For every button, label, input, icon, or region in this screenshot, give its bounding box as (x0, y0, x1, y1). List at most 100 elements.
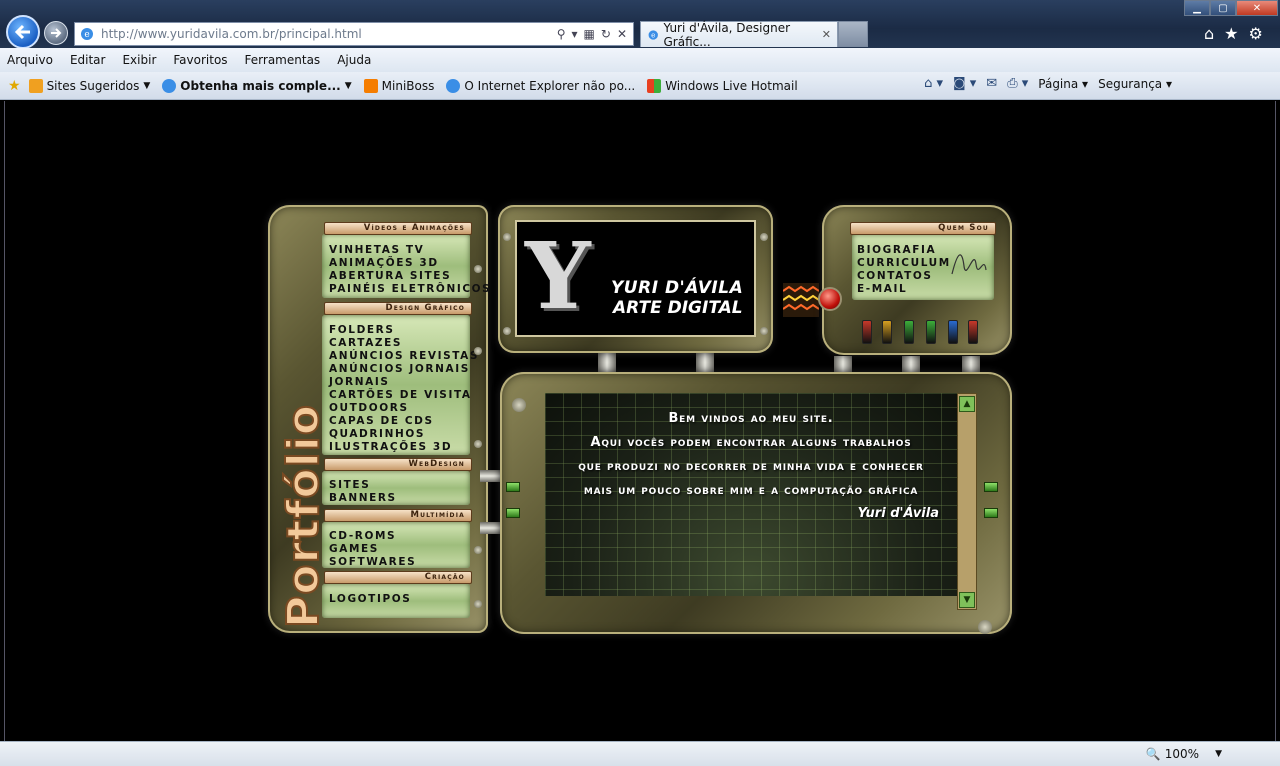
menu-bar: Arquivo Editar Exibir Favoritos Ferramen… (0, 48, 1280, 72)
refresh-icon[interactable]: ↻ (601, 27, 611, 41)
print-icon[interactable]: ⎙ ▾ (1007, 76, 1028, 91)
rss-feed-icon[interactable]: ◙ ▾ (953, 76, 976, 91)
menu-link[interactable]: Capas de Cds (329, 415, 479, 428)
ie-page-icon: e (648, 29, 658, 40)
chevron-down-icon: ▼ (1215, 749, 1222, 759)
forward-button[interactable] (44, 21, 68, 45)
led-indicator (862, 320, 872, 344)
creation-menu: Logotipos (329, 593, 411, 606)
compat-view-icon[interactable]: ▦ (584, 27, 595, 41)
menu-link[interactable]: Anúncios Jornais (329, 363, 479, 376)
stop-icon[interactable]: ✕ (617, 27, 627, 41)
dropdown-icon[interactable]: ▾ (572, 27, 578, 41)
menu-exibir[interactable]: Exibir (121, 53, 157, 67)
url-text[interactable]: http://www.yuridavila.com.br/principal.h… (101, 27, 557, 41)
menu-link[interactable]: Contatos (857, 270, 951, 283)
svg-text:e: e (651, 30, 655, 39)
fav-internet-explorer[interactable]: O Internet Explorer não po... (446, 78, 635, 93)
welcome-scrollbar[interactable]: ▲ ▼ (957, 393, 977, 610)
logo-mark: Y (525, 222, 591, 330)
green-light (506, 482, 520, 492)
menu-ferramentas[interactable]: Ferramentas (244, 53, 322, 67)
screw-icon (503, 327, 511, 335)
chevron-down-icon: ▼ (344, 80, 352, 91)
back-button[interactable] (6, 15, 40, 49)
menu-ajuda[interactable]: Ajuda (336, 53, 372, 67)
led-indicator (968, 320, 978, 344)
menu-link[interactable]: Ilustrações 3D (329, 441, 479, 454)
web-menu: Sites Banners (329, 479, 397, 505)
menu-pagina[interactable]: Página ▾ (1038, 77, 1088, 91)
tab-close-icon[interactable]: ✕ (822, 28, 831, 41)
menu-editar[interactable]: Editar (69, 53, 107, 67)
menu-link[interactable]: Abertura Sites (329, 270, 491, 283)
menu-link[interactable]: Folders (329, 324, 479, 337)
screw-icon (978, 620, 992, 634)
menu-link[interactable]: Banners (329, 492, 397, 505)
home-icon[interactable]: ⌂ ▾ (924, 76, 943, 91)
search-icon[interactable]: ⚲ (557, 27, 566, 41)
logo-screen: Y YURI D'ÁVILA ARTE DIGITAL (515, 220, 756, 337)
ie-page-icon (162, 78, 177, 93)
welcome-signature: Yuri d'Ávila (857, 506, 939, 521)
browser-title-bar: e http://www.yuridavila.com.br/principal… (0, 0, 1280, 49)
zoom-control[interactable]: 🔍 100% ▼ (1146, 747, 1222, 761)
led-indicator (882, 320, 892, 344)
design-header: Design Gráfico (324, 302, 472, 315)
multimedia-menu: CD-Roms Games Softwares (329, 530, 416, 569)
gear-icon[interactable]: ⚙ (1249, 24, 1263, 43)
green-light (984, 482, 998, 492)
welcome-line: Aqui vocês podem encontrar alguns trabal… (590, 435, 912, 450)
menu-link[interactable]: CD-Roms (329, 530, 416, 543)
menu-favoritos[interactable]: Favoritos (172, 53, 228, 67)
menu-link[interactable]: E-mail (857, 283, 951, 296)
minimize-button[interactable]: ▁ (1184, 0, 1210, 16)
menu-link[interactable]: Vinhetas TV (329, 244, 491, 257)
address-bar[interactable]: e http://www.yuridavila.com.br/principal… (74, 22, 634, 46)
favorites-star-icon[interactable]: ★ (8, 78, 21, 94)
screw-icon (503, 233, 511, 241)
menu-link[interactable]: Curriculum (857, 257, 951, 270)
menu-link[interactable]: Biografia (857, 244, 951, 257)
menu-link[interactable]: Painéis Eletrônicos (329, 283, 491, 296)
home-icon[interactable]: ⌂ (1204, 24, 1214, 43)
scroll-up-icon[interactable]: ▲ (959, 396, 975, 412)
blogger-icon (363, 78, 378, 93)
fav-hotmail[interactable]: Windows Live Hotmail (647, 78, 798, 93)
menu-link[interactable]: Logotipos (329, 593, 411, 606)
menu-link[interactable]: Jornais (329, 376, 479, 389)
menu-link[interactable]: Anúncios Revistas (329, 350, 479, 363)
scroll-down-icon[interactable]: ▼ (959, 592, 975, 608)
mail-icon[interactable]: ✉ (986, 76, 997, 91)
fav-miniboss[interactable]: MiniBoss (363, 78, 434, 93)
videos-header: Vídeos e Animações (324, 222, 472, 235)
maximize-button[interactable]: ▢ (1210, 0, 1236, 16)
menu-arquivo[interactable]: Arquivo (6, 53, 54, 67)
tab-active[interactable]: e Yuri d'Ávila, Designer Gráfic... ✕ (640, 21, 838, 49)
chevron-down-icon: ▼ (143, 80, 151, 91)
menu-link[interactable]: Softwares (329, 556, 416, 569)
fav-sites-sugeridos[interactable]: Sites Sugeridos ▼ (28, 78, 151, 93)
menu-seguranca[interactable]: Segurança ▾ (1098, 77, 1172, 91)
windows-flag-icon (647, 78, 662, 93)
suggested-sites-icon (28, 78, 43, 93)
menu-link[interactable]: Outdoors (329, 402, 479, 415)
led-indicator (948, 320, 958, 344)
about-menu: Biografia Curriculum Contatos E-mail (857, 244, 951, 296)
fav-obtenha[interactable]: Obtenha mais comple... ▼ (162, 78, 352, 93)
command-bar: ⌂ ▾ ◙ ▾ ✉ ⎙ ▾ Página ▾ Segurança ▾ (924, 76, 1172, 91)
screw-icon (474, 600, 482, 608)
close-window-button[interactable]: ✕ (1236, 0, 1278, 16)
new-tab-button[interactable] (838, 21, 868, 47)
menu-link[interactable]: Quadrinhos (329, 428, 479, 441)
zoom-icon: 🔍 (1145, 747, 1161, 761)
menu-link[interactable]: Cartões de Visita (329, 389, 479, 402)
menu-link[interactable]: Cartazes (329, 337, 479, 350)
red-power-button[interactable] (818, 287, 842, 311)
menu-link[interactable]: Animações 3D (329, 257, 491, 270)
menu-link[interactable]: Games (329, 543, 416, 556)
circuit-connector-icon (783, 283, 819, 317)
creation-header: Criação (324, 571, 472, 584)
favorites-star-icon[interactable]: ★ (1224, 24, 1238, 43)
menu-link[interactable]: Sites (329, 479, 397, 492)
